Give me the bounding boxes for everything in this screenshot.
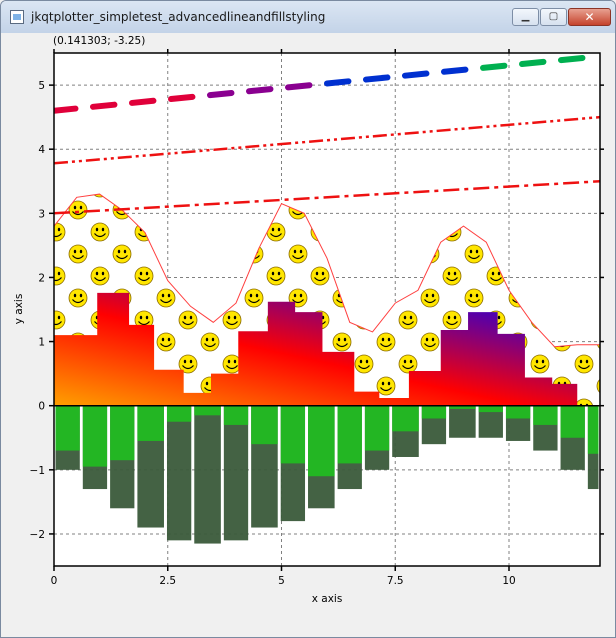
line-gradient-dash-1 — [90, 101, 118, 110]
line-gradient-dash-7 — [324, 78, 352, 87]
green-bar-light-13 — [421, 405, 447, 419]
green-bar-light-10 — [337, 405, 362, 464]
x-tick-label-3: 7.5 — [387, 575, 404, 587]
green-bar-light-5 — [194, 405, 221, 416]
y-tick-label-7: 5 — [38, 80, 45, 92]
green-bar-light-7 — [251, 405, 278, 445]
green-bar-light-11 — [364, 405, 390, 451]
green-bar-light-1 — [82, 405, 108, 467]
line-gradient-dash-3 — [168, 93, 196, 103]
y-tick-label-4: 2 — [38, 272, 45, 284]
green-bar-light-0 — [55, 405, 80, 451]
green-bar-light-8 — [280, 405, 306, 464]
green-bar-dark-5 — [194, 405, 221, 544]
y-tick-label-6: 4 — [38, 144, 45, 156]
x-tick-label-0: 0 — [51, 575, 58, 587]
y-tick-label-2: 0 — [38, 401, 45, 413]
x-tick-label-4: 10 — [502, 575, 515, 587]
green-bar-dark-14 — [449, 405, 476, 438]
line-gradient-dash-4 — [207, 89, 235, 99]
line-gradient-dash-9 — [402, 70, 430, 79]
line-gradient-dash-2 — [129, 97, 157, 106]
green-bar-light-2 — [110, 405, 135, 461]
y-tick-label-5: 3 — [38, 208, 45, 220]
line-gradient-dash-10 — [441, 66, 469, 75]
green-bar-light-12 — [392, 405, 419, 432]
line-gradient-dash-5 — [246, 86, 274, 95]
green-bar-light-4 — [166, 405, 192, 422]
plot-area[interactable]: 0 2.5 5 7.5 10 −2 −1 0 1 2 3 4 5 x axis y axis — [1, 1, 615, 637]
green-bar-light-3 — [137, 405, 164, 441]
green-bar-light-17 — [533, 405, 558, 425]
green-bar-light-6 — [223, 405, 249, 425]
y-axis-label: y axis — [13, 294, 25, 325]
y-tick-label-0: −2 — [30, 529, 45, 541]
line-gradient-dash-8 — [363, 74, 391, 83]
line-gradient-dash-11 — [480, 62, 508, 71]
line-gradient-dash-12 — [519, 58, 547, 67]
app-window: jkqtplotter_simpletest_advancedlineandfi… — [0, 0, 616, 638]
y-tick-label-1: −1 — [30, 465, 45, 477]
green-bar-light-16 — [505, 405, 531, 419]
green-bar-light-18 — [560, 405, 585, 438]
x-tick-label-2: 5 — [278, 575, 285, 587]
y-tick-label-3: 1 — [38, 337, 45, 349]
green-bar-light-15 — [478, 405, 503, 413]
green-bar-light-9 — [308, 405, 335, 477]
green-bar-dark-6 — [223, 405, 249, 541]
green-bar-dark-4 — [166, 405, 192, 541]
green-bar-light-19 — [587, 405, 599, 454]
line-gradient-dash-0 — [54, 105, 79, 114]
line-gradient-dash-6 — [285, 82, 313, 91]
x-axis-label: x axis — [312, 593, 343, 605]
x-tick-label-1: 2.5 — [159, 575, 176, 587]
line-gradient-dash-13 — [558, 54, 586, 64]
